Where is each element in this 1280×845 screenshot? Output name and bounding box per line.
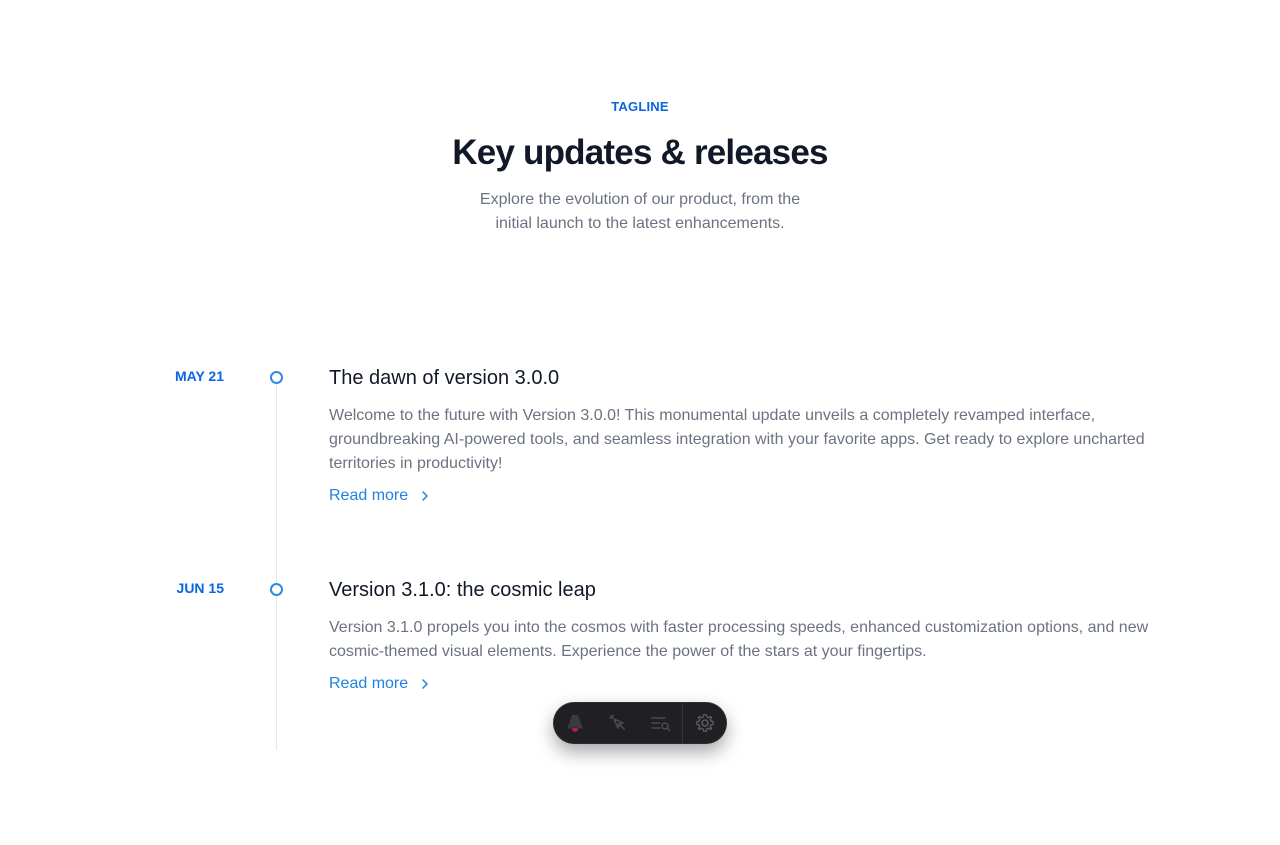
read-more-link[interactable]: Read more bbox=[329, 672, 430, 696]
page-subtitle: Explore the evolution of our product, fr… bbox=[479, 191, 801, 232]
entry-content: Version 3.1.0: the cosmic leap Version 3… bbox=[329, 574, 1179, 696]
timeline: MAY 21 The dawn of version 3.0.0 Welcome… bbox=[0, 362, 1280, 752]
entry-title: The dawn of version 3.0.0 bbox=[329, 367, 560, 389]
entry-description: Version 3.1.0 propels you into the cosmo… bbox=[329, 619, 1149, 660]
page-title: Key updates & releases bbox=[452, 133, 828, 172]
entry-date: JUN 15 bbox=[176, 580, 224, 596]
settings-button[interactable] bbox=[683, 702, 726, 744]
inspect-cursor-icon bbox=[608, 714, 625, 730]
page: TAGLINE Key updates & releases Explore t… bbox=[0, 0, 1280, 845]
read-more-label: Read more bbox=[329, 487, 409, 504]
entry-description: Welcome to the future with Version 3.0.0… bbox=[329, 407, 1145, 472]
audit-button[interactable] bbox=[639, 702, 682, 744]
entry-content: The dawn of version 3.0.0 Welcome to the… bbox=[329, 362, 1179, 508]
timeline-dot bbox=[270, 371, 283, 384]
astro-logo-icon bbox=[566, 715, 583, 732]
entry-title: Version 3.1.0: the cosmic leap bbox=[329, 579, 596, 601]
section-header: TAGLINE Key updates & releases Explore t… bbox=[0, 98, 1280, 236]
audit-list-icon bbox=[650, 717, 670, 732]
entry-date: MAY 21 bbox=[174, 368, 224, 384]
dev-toolbar bbox=[553, 702, 727, 744]
timeline-line bbox=[276, 382, 277, 750]
inspect-button[interactable] bbox=[596, 702, 639, 744]
read-more-link[interactable]: Read more bbox=[329, 484, 430, 508]
chevron-right-icon bbox=[422, 679, 428, 689]
settings-gear-icon bbox=[695, 714, 714, 732]
timeline-dot bbox=[270, 583, 283, 596]
tagline: TAGLINE bbox=[611, 99, 669, 114]
read-more-label: Read more bbox=[329, 675, 409, 692]
chevron-right-icon bbox=[422, 491, 428, 501]
astro-menu-button[interactable] bbox=[553, 702, 596, 744]
